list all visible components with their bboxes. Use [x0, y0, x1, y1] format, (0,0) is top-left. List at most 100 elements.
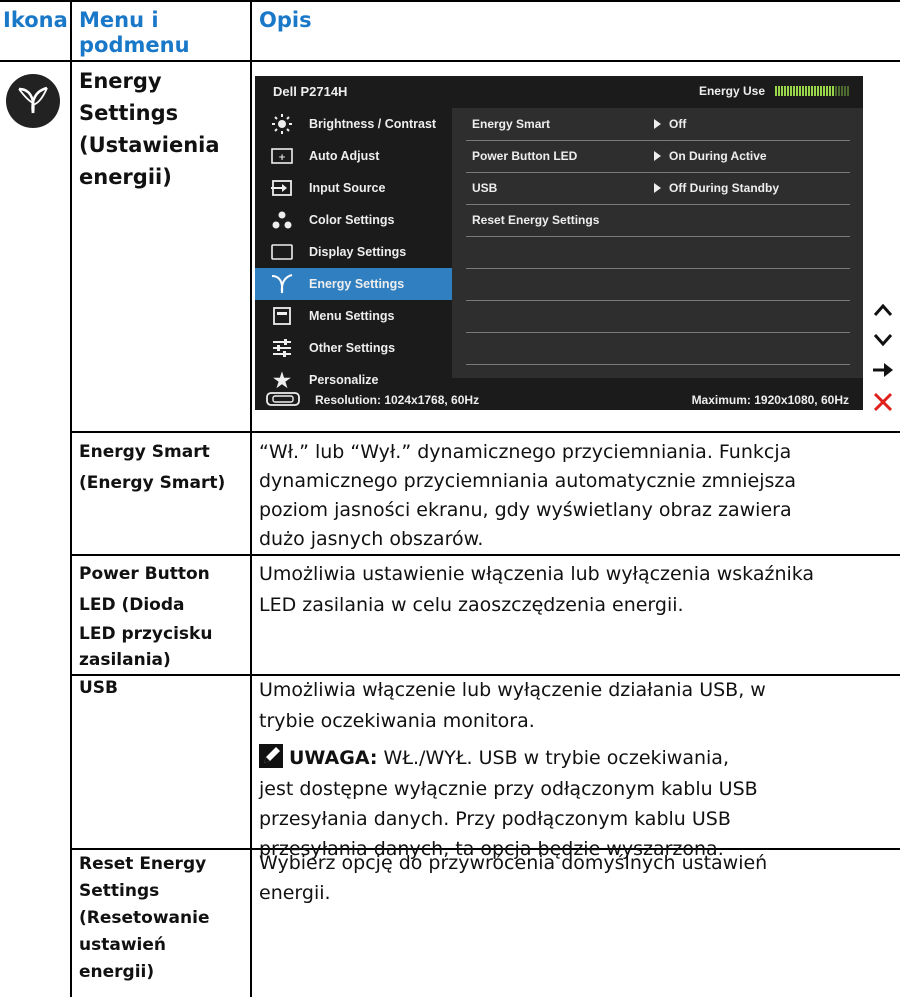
osd-model-name: Dell P2714H	[273, 84, 348, 99]
row-label-line: LED (Dioda	[79, 595, 185, 615]
resolution-text: Resolution: 1024x1768, 60Hz	[315, 393, 480, 407]
submenu-value: Off During Standby	[654, 181, 779, 195]
row-label-line: Reset Energy	[79, 854, 207, 874]
menu-item-label: Auto Adjust	[309, 149, 380, 163]
osd-header: Dell P2714H Energy Use	[255, 76, 863, 106]
row-desc-line: Umożliwia włączenie lub wyłączenie dział…	[259, 679, 766, 701]
main-label-line: (Ustawienia	[79, 133, 220, 157]
row-label-line: USB	[79, 678, 119, 698]
submenu-energy-smart[interactable]: Energy Smart Off	[466, 108, 850, 141]
menu-settings-icon	[255, 306, 309, 326]
row-desc-line: energii.	[259, 882, 331, 904]
row-desc-line: LED zasilania w celu zaoszczędzenia ener…	[259, 594, 684, 616]
arrow-right-icon	[654, 119, 661, 129]
arrow-right-icon	[873, 363, 893, 377]
submenu-label: Power Button LED	[472, 149, 578, 163]
note-pencil-icon	[259, 744, 283, 777]
main-label-line: Energy	[79, 69, 162, 93]
leaf-energy-icon	[6, 74, 60, 128]
main-label-line: energii)	[79, 165, 172, 189]
row-desc-line: dynamicznego przyciemniania automatyczni…	[259, 470, 796, 492]
menu-item-label: Input Source	[309, 181, 386, 195]
nav-up-button[interactable]	[870, 297, 896, 323]
header-bottom-border	[0, 60, 900, 62]
auto-adjust-icon: +	[255, 147, 309, 165]
note-line: jest dostępne wyłącznie przy odłączonym …	[259, 778, 758, 800]
row-label-line: ustawień	[79, 935, 166, 955]
submenu-empty-row	[466, 236, 850, 269]
row-label-line: Energy Smart	[79, 442, 210, 462]
row-label-line: zasilania)	[79, 650, 171, 670]
submenu-value-text: Off	[669, 117, 687, 131]
header-description-column: Opis	[259, 8, 312, 32]
row-divider	[70, 431, 900, 433]
submenu-empty-row	[466, 332, 850, 365]
submenu-usb[interactable]: USB Off During Standby	[466, 172, 850, 205]
row-desc-line: Umożliwia ustawienie włączenia lub wyłąc…	[259, 563, 815, 585]
input-source-icon	[255, 179, 309, 197]
menu-item-label: Color Settings	[309, 213, 395, 227]
menu-item-display-settings[interactable]: Display Settings	[255, 236, 452, 268]
nav-down-button[interactable]	[870, 327, 896, 353]
submenu-value: Off	[654, 117, 686, 131]
table-top-border	[0, 0, 900, 2]
submenu-value-text: Off During Standby	[669, 181, 779, 195]
submenu-power-button-led[interactable]: Power Button LED On During Active	[466, 140, 850, 173]
submenu-label: Reset Energy Settings	[472, 213, 600, 227]
note-line: UWAGA: WŁ./WYŁ. USB w trybie oczekiwania…	[259, 744, 729, 777]
row-desc-line: Wybierz opcję do przywrócenia domyślnych…	[259, 852, 768, 874]
display-settings-icon	[255, 243, 309, 261]
submenu-empty-row	[466, 300, 850, 333]
menu-item-label: Energy Settings	[309, 277, 405, 291]
row-desc-line: “Wł.” lub “Wył.” dynamicznego przyciemni…	[259, 441, 792, 463]
menu-item-label: Brightness / Contrast	[309, 117, 437, 131]
header-menu-column-2: podmenu	[79, 33, 190, 57]
osd-submenu: Energy Smart Off Power Button LED On Durin…	[452, 108, 863, 378]
row-label-line: (Energy Smart)	[79, 473, 226, 493]
main-label-line: Settings	[79, 101, 179, 125]
menu-item-brightness-contrast[interactable]: Brightness / Contrast	[255, 108, 452, 140]
brightness-icon	[255, 113, 309, 135]
menu-item-auto-adjust[interactable]: + Auto Adjust	[255, 140, 452, 172]
menu-item-energy-settings[interactable]: Energy Settings	[255, 268, 452, 300]
menu-item-input-source[interactable]: Input Source	[255, 172, 452, 204]
row-desc-line: trybie oczekiwania monitora.	[259, 710, 535, 732]
svg-text:+: +	[278, 153, 286, 163]
row-desc-line: dużo jasnych obszarów.	[259, 528, 484, 550]
row-label-line: energii)	[79, 962, 155, 982]
chevron-up-icon	[873, 303, 893, 316]
row-desc-line: poziom jasności ekranu, gdy wyświetlany …	[259, 499, 792, 521]
header-menu-column: Menu i	[79, 8, 159, 32]
menu-item-label: Menu Settings	[309, 309, 395, 323]
menu-item-other-settings[interactable]: Other Settings	[255, 332, 452, 364]
submenu-value: On During Active	[654, 149, 767, 163]
row-label-line: Power Button	[79, 564, 210, 584]
submenu-label: Energy Smart	[472, 117, 551, 131]
note-label: UWAGA:	[289, 747, 378, 769]
nav-enter-button[interactable]	[870, 357, 896, 383]
submenu-reset-energy-settings[interactable]: Reset Energy Settings	[466, 204, 850, 237]
energy-use-indicator: Energy Use	[699, 84, 849, 98]
leaf-icon	[255, 273, 309, 295]
color-settings-icon	[255, 210, 309, 230]
note-line: przesyłania danych. Przy podłączonym kab…	[259, 808, 731, 830]
row-label-line: Settings	[79, 881, 160, 901]
menu-item-label: Display Settings	[309, 245, 407, 259]
nav-exit-button[interactable]	[870, 389, 896, 415]
submenu-value-text: On During Active	[669, 149, 767, 163]
arrow-right-icon	[654, 183, 661, 193]
menu-item-label: Personalize	[309, 373, 379, 387]
submenu-label: USB	[472, 181, 498, 195]
menu-item-menu-settings[interactable]: Menu Settings	[255, 300, 452, 332]
osd-status-bar: Resolution: 1024x1768, 60Hz Maximum: 192…	[255, 388, 863, 410]
close-icon	[873, 392, 893, 412]
arrow-right-icon	[654, 151, 661, 161]
row-divider	[70, 554, 900, 556]
energy-use-label: Energy Use	[698, 84, 765, 98]
connector-icon	[265, 391, 301, 410]
energy-use-bars	[775, 86, 849, 96]
menu-item-label: Other Settings	[309, 341, 396, 355]
row-label-line: LED przycisku	[79, 624, 213, 644]
note-first-line: WŁ./WYŁ. USB w trybie oczekiwania,	[377, 747, 729, 769]
menu-item-color-settings[interactable]: Color Settings	[255, 204, 452, 236]
